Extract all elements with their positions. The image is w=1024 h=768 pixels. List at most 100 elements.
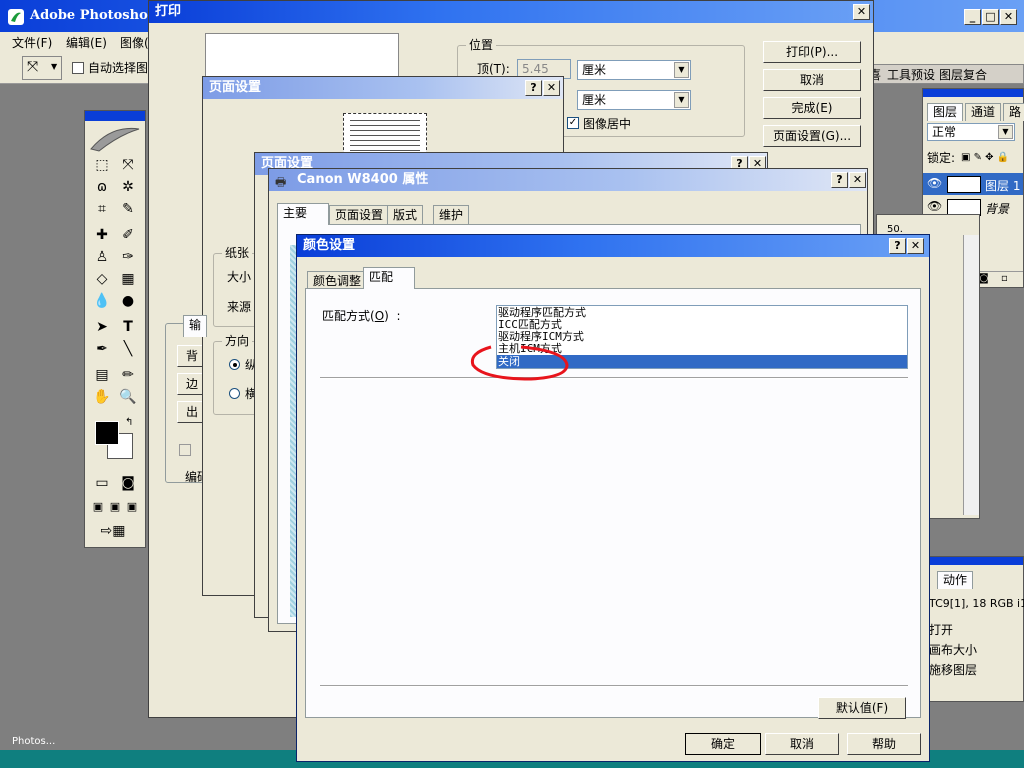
done-button-label: 完成(E) [791, 101, 833, 115]
color-help-button[interactable]: ? [889, 238, 906, 254]
canon-tab-page-setup[interactable]: 页面设置 [329, 205, 390, 225]
print-button-label: 打印(P)... [785, 45, 839, 59]
defaults-button[interactable]: 默认值(F) [818, 697, 906, 719]
screen-mode-full-menu-icon[interactable]: ▣ [106, 497, 124, 517]
print-close-button[interactable]: ✕ [853, 4, 870, 20]
menu-edit[interactable]: 编辑(E) [66, 36, 107, 50]
print-button[interactable]: 打印(P)... [763, 41, 861, 63]
canon-titlebar: Canon W8400 属性 [269, 169, 867, 191]
mask-icon[interactable]: ◙ [979, 273, 989, 284]
layer-thumbnail [947, 176, 981, 193]
lock-icons[interactable]: ▣ ✎ ✥ 🔒 [961, 151, 1009, 165]
line-tool-icon[interactable]: ╲ [117, 339, 139, 359]
screen-mode-full-icon[interactable]: ▣ [123, 497, 141, 517]
history-brush-icon[interactable]: ✑ [117, 247, 139, 267]
output-checkbox[interactable] [179, 444, 191, 456]
background-button-label: 背 [185, 349, 198, 363]
action-item-canvas-size[interactable]: 画布大小 [929, 643, 977, 657]
navigator-scrollbar[interactable] [963, 235, 979, 515]
standard-mode-icon[interactable]: ▭ [91, 473, 113, 493]
healing-brush-icon[interactable]: ✚ [91, 225, 113, 245]
zoom-tool-icon[interactable]: 🔍 [117, 387, 139, 407]
ok-button[interactable]: 确定 [685, 733, 761, 755]
eye-icon[interactable]: 👁 [927, 199, 942, 213]
matching-tab-panel: 匹配方式(O) : 驱动程序匹配方式 ICC匹配方式 驱动程序ICM方式 主机I… [305, 288, 921, 719]
toolbox-header [85, 111, 145, 121]
canon-tab-main[interactable]: 主要 [277, 203, 329, 225]
photoshop-maximize-button[interactable]: □ [982, 9, 999, 25]
tab-channels[interactable]: 通道 [965, 103, 1002, 121]
new-layer-icon[interactable]: ▫ [1001, 273, 1008, 284]
layer-row-layer1[interactable]: 👁 图层 1 [923, 173, 1023, 195]
pen-tool-icon[interactable]: ✒ [91, 339, 113, 359]
tab-layers[interactable]: 图层 [927, 103, 964, 121]
photoshop-minimize-button[interactable]: _ [964, 9, 981, 25]
menu-image[interactable]: 图像( [120, 36, 149, 50]
print-cancel-button[interactable]: 取消 [763, 69, 861, 91]
swap-colors-icon[interactable]: ↰ [125, 417, 133, 428]
eraser-tool-icon[interactable]: ◇ [91, 269, 113, 289]
page-setup-1-close-button[interactable]: ✕ [543, 80, 560, 96]
unit-select-1[interactable]: 厘米 ▼ [577, 60, 691, 80]
magic-wand-tool-icon[interactable]: ✲ [117, 177, 139, 197]
palette-tab-tool-presets[interactable]: 工具预设 [887, 68, 935, 82]
top-label: 顶(T): [477, 62, 510, 76]
unit-select-2[interactable]: 厘米 ▼ [577, 90, 691, 110]
notes-tool-icon[interactable]: ▤ [91, 365, 113, 385]
help-button[interactable]: 帮助 [847, 733, 921, 755]
action-file-label: TC9[1], 18 RGB i1 1, [929, 597, 1024, 610]
gradient-tool-icon[interactable]: ▦ [117, 269, 139, 289]
screen-mode-standard-icon[interactable]: ▣ [89, 497, 107, 517]
move-tool-preset[interactable]: ⤧ ▼ [22, 56, 62, 80]
canon-tab-maintenance[interactable]: 维护 [433, 205, 470, 225]
quick-mask-icon[interactable]: ◙ [117, 473, 139, 493]
eye-icon[interactable]: 👁 [927, 176, 942, 190]
action-item-move-layer[interactable]: 施移图层 [929, 663, 977, 677]
slice-tool-icon[interactable]: ✎ [117, 199, 139, 219]
canon-close-button[interactable]: ✕ [849, 172, 866, 188]
move-tool-icon[interactable]: ⤧ [117, 155, 139, 175]
path-select-tool-icon[interactable]: ➤ [91, 317, 113, 337]
portrait-radio[interactable] [229, 359, 240, 370]
output-tab[interactable]: 输 [183, 315, 208, 337]
print-dialog-title: 打印 [155, 4, 182, 19]
action-item-open[interactable]: 打开 [929, 623, 953, 637]
photoshop-close-button[interactable]: ✕ [1000, 9, 1017, 25]
center-image-checkbox[interactable]: ✓ [567, 117, 579, 129]
landscape-radio[interactable] [229, 388, 240, 399]
blend-mode-select[interactable]: 正常 ▼ [927, 123, 1015, 141]
canon-tab-layout[interactable]: 版式 [387, 205, 424, 225]
eyedropper-tool-icon[interactable]: ✏ [117, 365, 139, 385]
lasso-tool-icon[interactable]: ɷ [91, 177, 113, 197]
jump-to-imageready-icon[interactable]: ⇨▦ [93, 521, 133, 541]
page-preview-text [350, 120, 420, 156]
page-setup-button[interactable]: 页面设置(G)... [763, 125, 861, 147]
hand-tool-icon[interactable]: ✋ [91, 387, 113, 407]
canon-help-button[interactable]: ? [831, 172, 848, 188]
top-value: 5.45 [522, 62, 549, 76]
layers-panel-header [923, 89, 1023, 97]
page-setup-1-help-button[interactable]: ? [525, 80, 542, 96]
marquee-tool-icon[interactable]: ⬚ [91, 155, 113, 175]
stamp-tool-icon[interactable]: ♙ [91, 247, 113, 267]
tab-actions[interactable]: 动作 [937, 571, 974, 589]
brush-tool-icon[interactable]: ✐ [117, 225, 139, 245]
menu-file[interactable]: 文件(F) [12, 36, 52, 50]
auto-select-checkbox[interactable] [72, 62, 84, 74]
move-tool-icon: ⤧ [27, 59, 39, 75]
color-close-button[interactable]: ✕ [907, 238, 924, 254]
blur-tool-icon[interactable]: 💧 [91, 291, 113, 311]
crop-tool-icon[interactable]: ⌗ [91, 199, 113, 219]
photoshop-title: Adobe Photoshop [30, 8, 157, 23]
dodge-tool-icon[interactable]: ● [117, 291, 139, 311]
foreground-color-front [95, 421, 119, 445]
type-tool-icon[interactable]: T [117, 317, 139, 337]
cancel-button[interactable]: 取消 [765, 733, 839, 755]
tab-matching[interactable]: 匹配 [363, 267, 415, 289]
palette-tab-layer-comps[interactable]: 图层复合 [939, 68, 987, 82]
actions-header [925, 557, 1023, 565]
chevron-down-icon: ▼ [674, 62, 689, 78]
done-button[interactable]: 完成(E) [763, 97, 861, 119]
tab-paths[interactable]: 路 [1003, 103, 1024, 121]
auto-select-label: 自动选择图层 [88, 61, 148, 75]
